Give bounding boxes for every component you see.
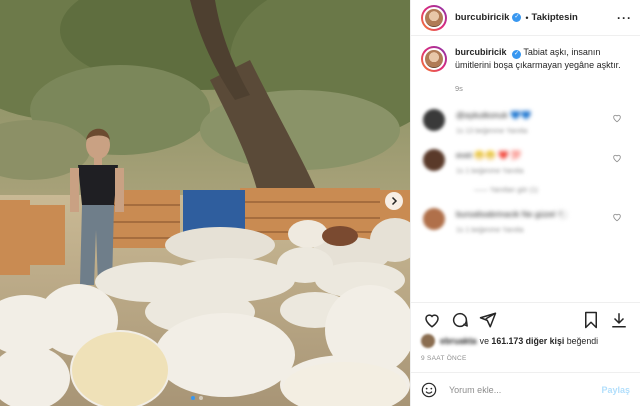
comment-meta: 1s 1 beğenme Yanıtla [456, 168, 524, 175]
post-comment-button[interactable]: Paylaş [601, 385, 630, 395]
likes-summary[interactable]: ebruakta ve 161.173 diğer kişi beğendi [421, 334, 632, 348]
post-caption: burcubiricik ✓ Tabiat aşkı, insanın ümit… [421, 46, 630, 95]
verified-badge-icon: ✓ [512, 13, 522, 22]
comment-like-heart-icon[interactable] [612, 153, 622, 163]
share-button[interactable] [477, 309, 499, 331]
comment-avatar[interactable] [423, 208, 445, 230]
comments-list[interactable]: burcubiricik ✓ Tabiat aşkı, insanın ümit… [411, 36, 640, 302]
comment-item: bursalisabrinacik Ne güzel 🐑 1s 1 beğenm… [421, 208, 630, 234]
more-options-icon[interactable]: ··· [617, 11, 632, 25]
comment-item: evet 😁😁 ❤️ 💯 1s 1 beğenme Yanıtla —— Yan… [421, 149, 630, 194]
verified-badge-icon: ✓ [512, 50, 522, 59]
comment-meta: 1s 1 beğenme Yanıtla [456, 227, 524, 234]
caption-age: 9s [455, 83, 463, 93]
comment-input[interactable] [449, 384, 602, 395]
comment-text: evet 😁😁 ❤️ 💯 [456, 150, 522, 160]
bookmark-icon [585, 311, 597, 328]
chevron-right-icon [391, 196, 398, 206]
follow-status-button[interactable]: Takiptesin [532, 12, 578, 23]
comment-item: @aykutkonuk 💙💙 1s 13 beğenme Yanıtla [421, 109, 630, 135]
author-avatar[interactable] [421, 4, 447, 31]
likes-count[interactable]: 161.173 diğer kişi [491, 336, 564, 346]
comment-avatar[interactable] [423, 149, 445, 171]
comment-like-heart-icon[interactable] [612, 113, 622, 123]
likes-suffix: beğendi [566, 336, 599, 346]
emoji-icon[interactable] [421, 382, 437, 398]
post-header: burcubiricik ✓ • Takiptesin ··· [411, 0, 640, 36]
caption-username[interactable]: burcubiricik [455, 47, 507, 57]
download-icon [612, 312, 626, 327]
comment-button[interactable] [449, 309, 471, 331]
header-separator: • [525, 12, 529, 23]
caption-body: burcubiricik ✓ Tabiat aşkı, insanın ümit… [455, 46, 630, 95]
carousel-dot-active [191, 396, 195, 400]
like-button[interactable] [421, 309, 443, 331]
carousel-indicator [191, 396, 203, 400]
save-button[interactable] [580, 309, 602, 331]
author-username[interactable]: burcubiricik [455, 12, 509, 23]
likes-prefix: ve [479, 336, 489, 346]
view-replies-link[interactable]: —— Yanıtları gör (1) [474, 187, 606, 194]
post-sidebar: burcubiricik ✓ • Takiptesin ··· burcubir… [410, 0, 640, 406]
farm-photo-illustration [0, 0, 410, 406]
liker-avatar [421, 334, 435, 348]
post-timestamp: 9 SAAT ÖNCE [421, 355, 467, 362]
liker-username[interactable]: ebruakta [440, 336, 477, 346]
comment-text: bursalisabrinacik Ne güzel 🐑 [456, 209, 569, 219]
post-actions-bar [411, 302, 640, 336]
comment-meta: 1s 13 beğenme Yanıtla [456, 128, 528, 135]
comment-like-heart-icon[interactable] [612, 212, 622, 222]
share-icon [479, 312, 497, 327]
comment-avatar[interactable] [423, 109, 445, 131]
add-comment-bar: Paylaş [411, 372, 640, 406]
comment-icon [452, 312, 468, 327]
heart-icon [425, 313, 439, 328]
post-photo[interactable] [0, 0, 410, 406]
carousel-dot [199, 396, 203, 400]
comment-text: @aykutkonuk 💙💙 [456, 110, 532, 120]
carousel-next-button[interactable] [385, 192, 403, 210]
caption-avatar[interactable] [421, 46, 447, 72]
download-button[interactable] [608, 309, 630, 331]
